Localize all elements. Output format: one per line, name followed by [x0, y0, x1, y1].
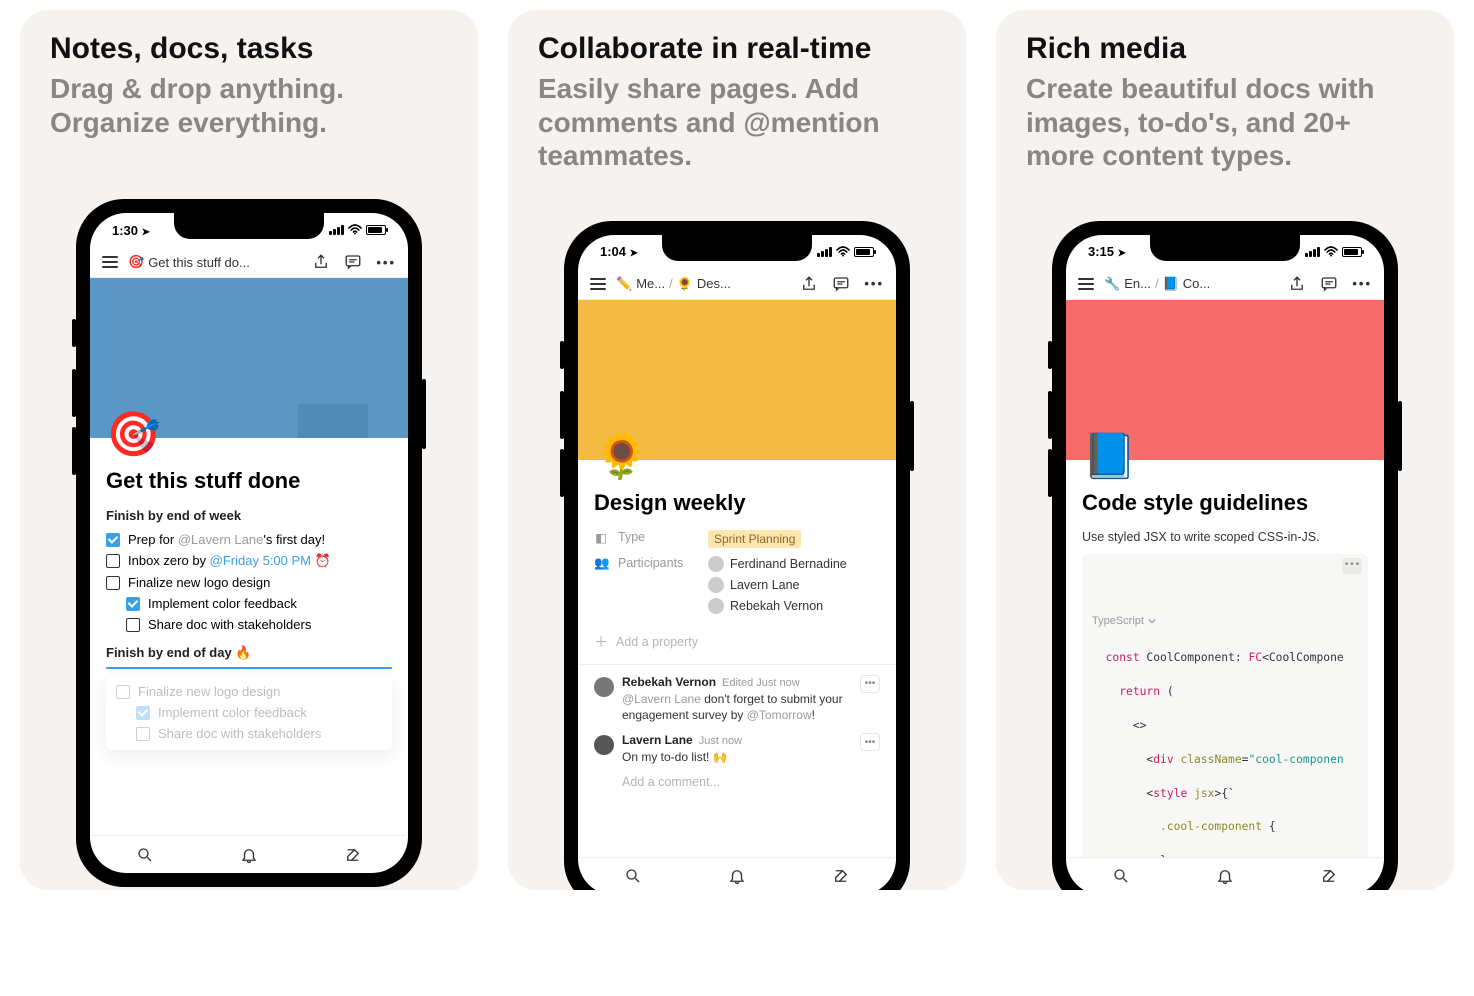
comment-menu-icon[interactable]: ••• — [860, 675, 880, 693]
comments-icon[interactable] — [344, 253, 362, 271]
search-icon[interactable] — [1112, 867, 1130, 885]
property-row-type[interactable]: ◧ Type Sprint Planning — [594, 530, 880, 548]
page-cover: 🎯 — [90, 278, 408, 438]
promo-card-3: Rich media Create beautiful docs with im… — [996, 10, 1454, 890]
page-title[interactable]: Code style guidelines — [1082, 490, 1368, 516]
checkbox-icon[interactable] — [106, 576, 120, 590]
bottom-bar — [90, 835, 408, 873]
todo-item[interactable]: Inbox zero by @Friday 5:00 PM ⏰ — [106, 550, 392, 572]
more-icon[interactable]: ••• — [376, 255, 396, 270]
phone-frame: 1:04 ➤ ✏️Me... / 🌻Des... — [564, 221, 910, 890]
tag-icon: ◧ — [594, 530, 608, 545]
notifications-icon[interactable] — [240, 846, 258, 864]
code-menu-icon[interactable]: ••• — [1342, 558, 1362, 574]
avatar — [594, 735, 614, 755]
card-subtitle: Drag & drop anything. Organize everythin… — [50, 72, 448, 139]
page-title[interactable]: Get this stuff done — [106, 468, 392, 494]
more-icon[interactable]: ••• — [864, 276, 884, 291]
card-title: Notes, docs, tasks — [50, 32, 448, 66]
notifications-icon[interactable] — [1216, 867, 1234, 885]
menu-icon[interactable] — [1078, 278, 1094, 290]
bottom-bar — [578, 857, 896, 890]
card-title: Collaborate in real-time — [538, 32, 936, 66]
page-title[interactable]: Design weekly — [594, 490, 880, 516]
property-row-participants[interactable]: 👥 Participants Ferdinand Bernadine Laver… — [594, 556, 880, 614]
tag-value[interactable]: Sprint Planning — [708, 530, 801, 548]
phone-frame: 3:15 ➤ 🔧En... / 📘Co... — [1052, 221, 1398, 890]
people-icon: 👥 — [594, 556, 608, 571]
card-title: Rich media — [1026, 32, 1424, 66]
comment: Lavern Lane Just now On my to-do list! 🙌… — [594, 733, 880, 765]
page-description[interactable]: Use styled JSX to write scoped CSS-in-JS… — [1082, 530, 1368, 544]
promo-card-2: Collaborate in real-time Easily share pa… — [508, 10, 966, 890]
search-icon[interactable] — [136, 846, 154, 864]
comment: Rebekah Vernon Edited Just now @Lavern L… — [594, 675, 880, 723]
signal-icon — [329, 225, 344, 235]
compose-icon[interactable] — [344, 846, 362, 864]
phone-frame: 1:30 ➤ 🎯 Get this stuff do... — [76, 199, 422, 887]
todo-item[interactable]: Share doc with stakeholders — [106, 614, 392, 635]
more-icon[interactable]: ••• — [1352, 276, 1372, 291]
share-icon[interactable] — [312, 253, 330, 271]
avatar — [708, 598, 724, 614]
todo-item[interactable]: Finalize new logo design — [106, 572, 392, 593]
compose-icon[interactable] — [1320, 867, 1338, 885]
comments-icon[interactable] — [832, 275, 850, 293]
notifications-icon[interactable] — [728, 867, 746, 885]
battery-icon — [366, 225, 386, 235]
menu-icon[interactable] — [102, 256, 118, 268]
breadcrumb[interactable]: 🎯 Get this stuff do... — [128, 254, 302, 270]
add-property-button[interactable]: ＋ Add a property — [594, 622, 880, 652]
battery-icon — [1342, 247, 1362, 257]
comment-menu-icon[interactable]: ••• — [860, 733, 880, 751]
signal-icon — [1305, 247, 1320, 257]
search-icon[interactable] — [624, 867, 642, 885]
code-language-select[interactable]: TypeScript — [1092, 613, 1358, 630]
breadcrumb[interactable]: 🔧En... / 📘Co... — [1104, 276, 1278, 292]
top-bar: ✏️Me... / 🌻Des... ••• — [578, 269, 896, 300]
page-icon[interactable]: 🎯 — [106, 408, 161, 460]
top-bar: 🎯 Get this stuff do... ••• — [90, 247, 408, 278]
chevron-down-icon — [1148, 617, 1156, 625]
checkbox-icon[interactable] — [106, 554, 120, 568]
wifi-icon — [836, 246, 850, 257]
checkbox-icon[interactable] — [126, 618, 140, 632]
drop-indicator — [106, 667, 392, 669]
share-icon[interactable] — [800, 275, 818, 293]
dragging-block[interactable]: Finalize new logo design Implement color… — [106, 675, 392, 750]
wifi-icon — [348, 223, 362, 238]
section-heading: Finish by end of day 🔥 — [106, 645, 392, 661]
page-icon[interactable]: 📘 — [1082, 430, 1137, 482]
checkbox-icon[interactable] — [106, 533, 120, 547]
promo-card-1: Notes, docs, tasks Drag & drop anything.… — [20, 10, 478, 890]
todo-item[interactable]: Implement color feedback — [106, 593, 392, 614]
avatar — [708, 556, 724, 572]
card-subtitle: Easily share pages. Add comments and @me… — [538, 72, 936, 173]
breadcrumb[interactable]: ✏️Me... / 🌻Des... — [616, 276, 790, 292]
checkbox-icon[interactable] — [126, 597, 140, 611]
menu-icon[interactable] — [590, 278, 606, 290]
todo-item[interactable]: Prep for @Lavern Lane's first day! — [106, 529, 392, 550]
top-bar: 🔧En... / 📘Co... ••• — [1066, 269, 1384, 300]
share-icon[interactable] — [1288, 275, 1306, 293]
bottom-bar — [1066, 857, 1384, 890]
compose-icon[interactable] — [832, 867, 850, 885]
add-comment-input[interactable]: Add a comment... — [594, 775, 880, 789]
avatar — [594, 677, 614, 697]
page-icon[interactable]: 🌻 — [594, 430, 649, 482]
page-cover: 📘 — [1066, 300, 1384, 460]
battery-icon — [854, 247, 874, 257]
section-heading: Finish by end of week — [106, 508, 392, 523]
signal-icon — [817, 247, 832, 257]
comments-icon[interactable] — [1320, 275, 1338, 293]
card-subtitle: Create beautiful docs with images, to-do… — [1026, 72, 1424, 173]
wifi-icon — [1324, 246, 1338, 257]
plus-icon: ＋ — [594, 632, 608, 652]
avatar — [708, 577, 724, 593]
code-block[interactable]: ••• TypeScript const CoolComponent: FC<C… — [1082, 554, 1368, 857]
page-cover: 🌻 — [578, 300, 896, 460]
